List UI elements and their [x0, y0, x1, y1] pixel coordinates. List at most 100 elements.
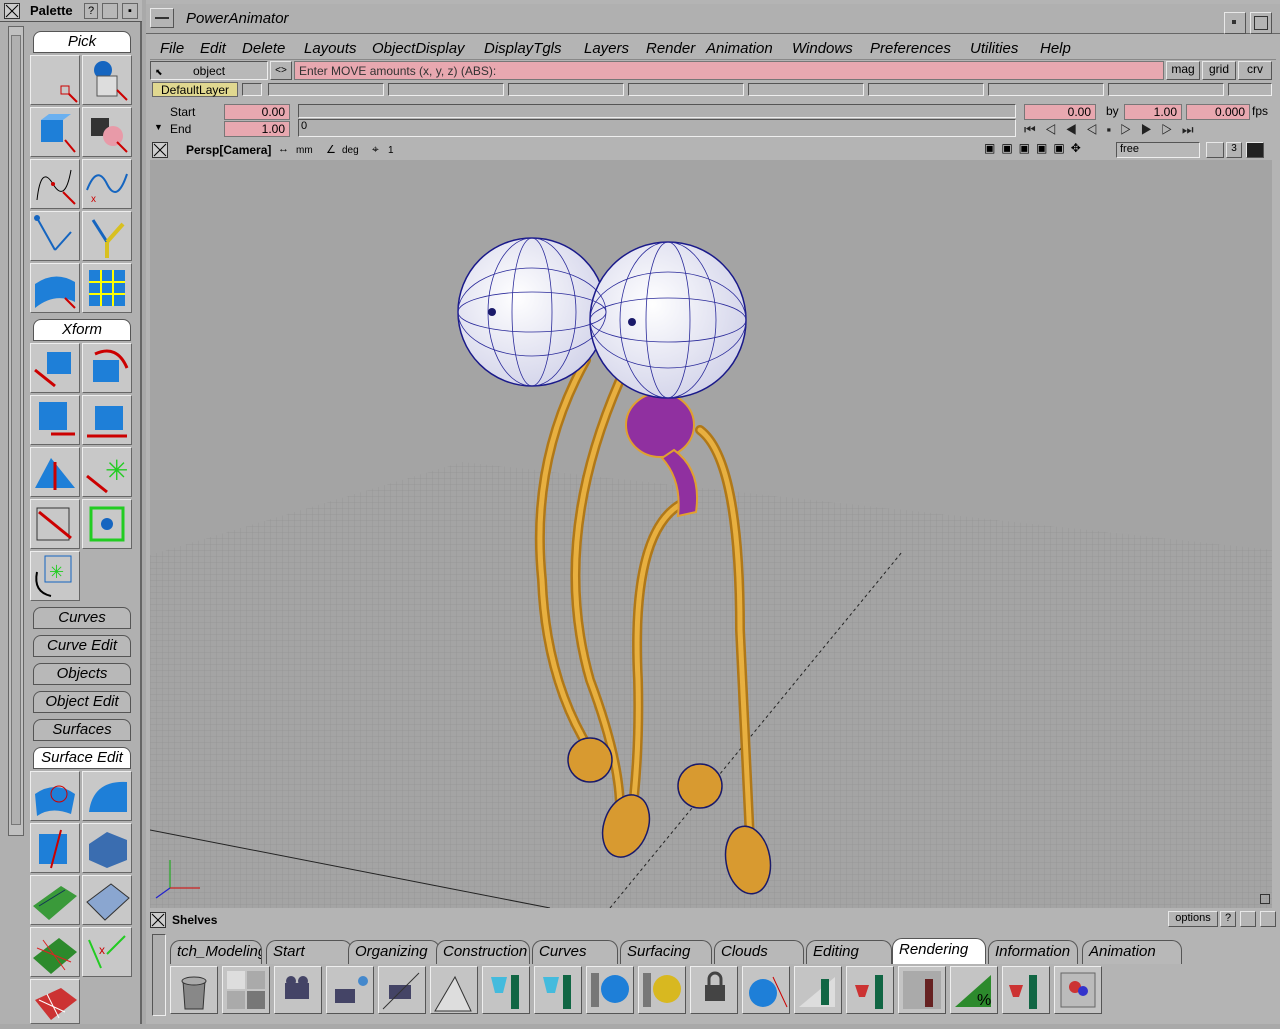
palette-scrollbar[interactable] — [8, 26, 24, 836]
shelf-tab-construction[interactable]: Construction — [436, 940, 530, 964]
render-preview-icon[interactable] — [1054, 966, 1102, 1014]
close-icon[interactable] — [4, 3, 20, 19]
menu-preferences[interactable]: Preferences — [870, 40, 951, 57]
view-maximize-button[interactable] — [1246, 142, 1264, 158]
layer-slot[interactable] — [242, 83, 262, 96]
minimize-button[interactable] — [1224, 12, 1246, 34]
tab-curve-edit[interactable]: Curve Edit — [33, 635, 131, 657]
scrollbar-thumb[interactable] — [11, 35, 21, 825]
camera-light-icon[interactable] — [326, 966, 374, 1014]
pick-surface-tool[interactable] — [30, 263, 80, 313]
trim-surface-tool[interactable] — [30, 771, 80, 821]
tab-objects[interactable]: Objects — [33, 663, 131, 685]
shelf-tab-curves[interactable]: Curves — [532, 940, 618, 964]
layer-slot[interactable] — [628, 83, 744, 96]
raytrace-icon[interactable] — [898, 966, 946, 1014]
surface-rebuild-tool[interactable] — [30, 979, 80, 1024]
pick-cv-tool[interactable] — [30, 159, 80, 209]
window-menu-button[interactable] — [150, 8, 174, 28]
shelf-tab-sketch-modeling[interactable]: tch_Modeling — [170, 940, 262, 964]
default-layer-button[interactable]: DefaultLayer — [152, 82, 238, 97]
menu-layers[interactable]: Layers — [584, 40, 629, 57]
nonproportional-scale-tool[interactable] — [82, 395, 132, 445]
layer-slot[interactable] — [868, 83, 984, 96]
shelves-options-button[interactable]: options — [1168, 911, 1218, 927]
wine-bottle-icon[interactable] — [846, 966, 894, 1014]
palette-help-button[interactable]: ? — [84, 3, 98, 19]
shelf-tab-clouds[interactable]: Clouds — [714, 940, 804, 964]
view-count-button[interactable]: 3 — [1226, 142, 1242, 158]
mag-button[interactable]: mag — [1166, 61, 1200, 80]
shelf-tab-start[interactable]: Start — [266, 940, 352, 964]
menu-displaytgls[interactable]: DisplayTgls — [484, 40, 562, 57]
blue-sphere-icon[interactable] — [586, 966, 634, 1014]
rotate-tool[interactable] — [82, 343, 132, 393]
menu-render[interactable]: Render — [646, 40, 695, 57]
tab-xform[interactable]: Xform — [33, 319, 131, 341]
wine-glass-2-icon[interactable] — [534, 966, 582, 1014]
menu-utilities[interactable]: Utilities — [970, 40, 1018, 57]
menu-animation[interactable]: Animation — [706, 40, 773, 57]
spotlight-icon[interactable] — [430, 966, 478, 1014]
end-time-field[interactable]: 1.00 — [224, 121, 290, 137]
time-ruler[interactable] — [298, 104, 1016, 118]
shelves-help-button[interactable]: ? — [1220, 911, 1236, 927]
tab-surface-edit[interactable]: Surface Edit — [33, 747, 131, 769]
start-time-field[interactable]: 0.00 — [224, 104, 290, 120]
lock-icon[interactable] — [690, 966, 738, 1014]
tab-curves[interactable]: Curves — [33, 607, 131, 629]
perspective-viewport[interactable] — [150, 160, 1272, 908]
menu-edit[interactable]: Edit — [200, 40, 226, 57]
tab-pick[interactable]: Pick — [33, 31, 131, 53]
crv-button[interactable]: crv — [1238, 61, 1272, 80]
surface-fillet-tool[interactable] — [30, 823, 80, 873]
tab-object-edit[interactable]: Object Edit — [33, 691, 131, 713]
pick-object-tool[interactable] — [30, 55, 80, 105]
set-keyframe-tool[interactable]: ✳ — [30, 551, 80, 601]
trash-icon[interactable] — [170, 966, 218, 1014]
collapse-icon[interactable]: ▼ — [154, 122, 163, 132]
maximize-button[interactable] — [1250, 12, 1272, 34]
shelf-tab-surfacing[interactable]: Surfacing — [620, 940, 712, 964]
viewport-resize-handle[interactable] — [1260, 894, 1270, 904]
layer-slot[interactable] — [388, 83, 504, 96]
menu-help[interactable]: Help — [1040, 40, 1071, 57]
shelf-tab-animation[interactable]: Animation — [1082, 940, 1182, 964]
time-slider[interactable]: 0 — [298, 119, 1016, 137]
camera-aim-icon[interactable] — [378, 966, 426, 1014]
shelves-maximize-button[interactable] — [1260, 911, 1276, 927]
shelves-dock-button[interactable] — [1240, 911, 1256, 927]
fps-field[interactable]: 0.000 — [1186, 104, 1250, 120]
shelf-tab-organizing[interactable]: Organizing — [348, 940, 440, 964]
menu-windows[interactable]: Windows — [792, 40, 853, 57]
layer-slot[interactable] — [1228, 83, 1272, 96]
menu-delete[interactable]: Delete — [242, 40, 285, 57]
pick-patch-tool[interactable] — [82, 263, 132, 313]
transform-box-tool[interactable] — [30, 499, 80, 549]
move-cv-tool[interactable] — [30, 447, 80, 497]
current-time-field[interactable]: 0.00 — [1024, 104, 1096, 120]
bounding-box-tool[interactable] — [82, 499, 132, 549]
round-tool[interactable] — [82, 823, 132, 873]
shelves-scrollbar[interactable] — [152, 934, 166, 1016]
pick-joint-tool[interactable] — [82, 211, 132, 261]
pick-sphere-tool[interactable] — [82, 107, 132, 157]
layer-slot[interactable] — [988, 83, 1104, 96]
layer-slot[interactable] — [748, 83, 864, 96]
step-field[interactable]: 1.00 — [1124, 104, 1182, 120]
prompt-history-button[interactable]: <> — [270, 61, 292, 80]
move-tool[interactable] — [30, 343, 80, 393]
palette-minimize-button[interactable] — [102, 3, 118, 19]
playback-controls[interactable]: ⏮◁◀◁▪▷▶▷⏭ — [1024, 122, 1274, 138]
light-bulb-icon[interactable] — [638, 966, 686, 1014]
pick-component-tool[interactable] — [82, 55, 132, 105]
quad-view-icon[interactable] — [222, 966, 270, 1014]
shelf-tab-editing[interactable]: Editing — [806, 940, 892, 964]
surface-offset-tool[interactable] — [82, 875, 132, 925]
camera-icon[interactable] — [274, 966, 322, 1014]
menu-objectdisplay[interactable]: ObjectDisplay — [372, 40, 465, 57]
grid-button[interactable]: grid — [1202, 61, 1236, 80]
shelf-tab-information[interactable]: Information — [988, 940, 1078, 964]
surface-attach-tool[interactable] — [30, 927, 80, 977]
pick-mode-field[interactable]: ⬉ object — [150, 61, 268, 80]
